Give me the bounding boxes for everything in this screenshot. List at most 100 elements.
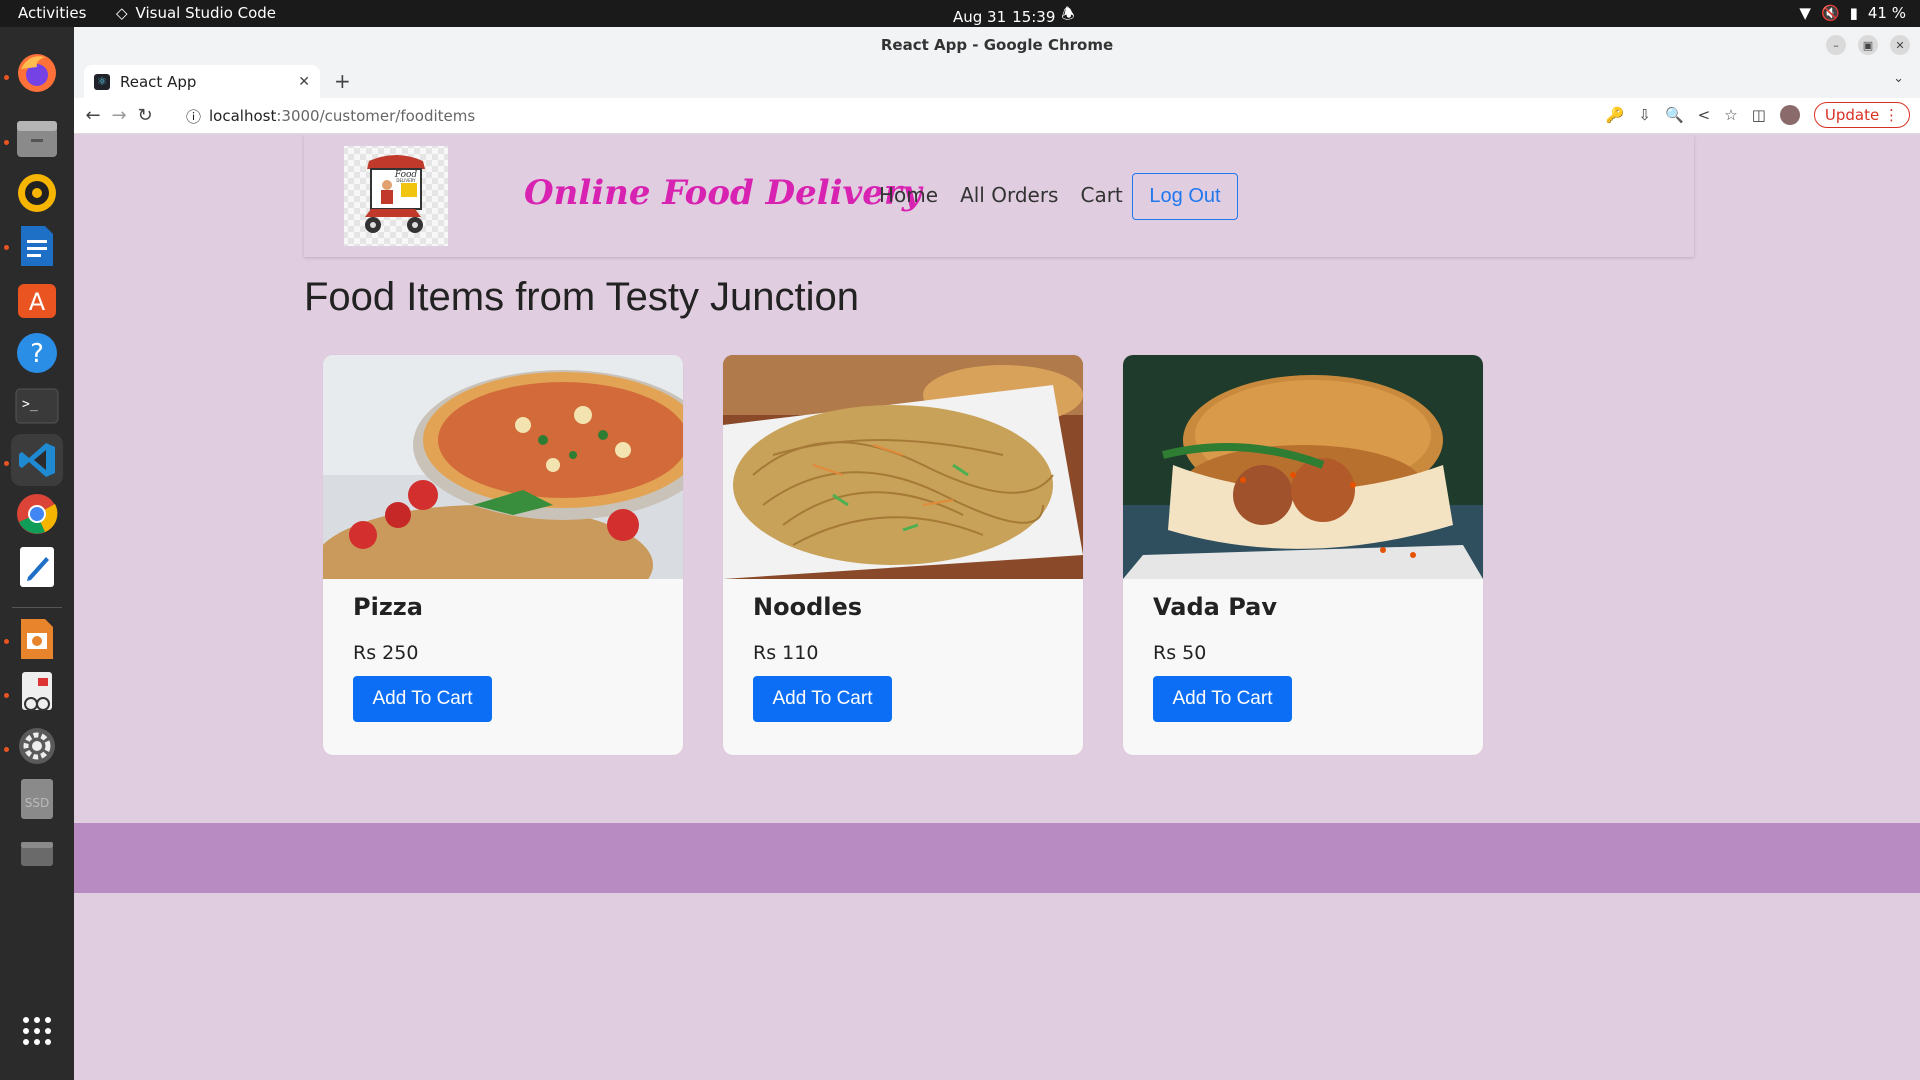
clock-time: 15:39: [1012, 7, 1056, 26]
address-bar[interactable]: ⓘ localhost:3000/customer/fooditems: [186, 102, 1586, 130]
system-tray[interactable]: ▼ 🔇 ▮ 41 %: [1799, 4, 1906, 22]
food-name: Noodles: [753, 593, 863, 621]
clock[interactable]: Aug 31 15:39 🕭: [953, 4, 1075, 29]
food-name: Pizza: [353, 593, 423, 621]
toolbar-actions: 🔑 ⇩ 🔍 < ☆ ◫ Update ⋮: [1606, 102, 1910, 128]
tab-close-icon[interactable]: ✕: [298, 74, 310, 90]
food-card-noodles: Noodles Rs 110 Add To Cart: [723, 355, 1083, 755]
nav-link-home[interactable]: Home: [879, 183, 938, 207]
chrome-icon[interactable]: [11, 488, 63, 540]
food-delivery-logo[interactable]: Food DELIVERY: [344, 146, 448, 246]
nav-links: Home All Orders Cart: [879, 183, 1123, 207]
maximize-icon[interactable]: ▣: [1858, 35, 1878, 55]
rhythmbox-icon[interactable]: [11, 167, 63, 219]
files-icon[interactable]: [11, 113, 63, 165]
site-footer: [74, 823, 1920, 893]
browser-toolbar: ← → ↻ ⓘ localhost:3000/customer/fooditem…: [74, 98, 1920, 134]
url-host: localhost: [209, 107, 277, 125]
window-controls: – ▣ ✕: [1826, 35, 1910, 55]
food-price: Rs 110: [753, 642, 819, 664]
wifi-icon: ▼: [1799, 4, 1811, 22]
volume-muted-icon: 🔇: [1820, 4, 1840, 22]
running-indicator: [4, 140, 9, 145]
bookmark-star-icon[interactable]: ☆: [1724, 106, 1737, 124]
chrome-window: React App - Google Chrome – ▣ ✕ ⚛ React …: [74, 27, 1920, 1080]
share-icon[interactable]: <: [1698, 106, 1711, 124]
update-button[interactable]: Update ⋮: [1813, 102, 1910, 128]
add-to-cart-button[interactable]: Add To Cart: [1153, 676, 1292, 722]
logo-text-delivery: DELIVERY: [396, 178, 416, 183]
document-viewer-icon[interactable]: [11, 666, 63, 718]
back-icon[interactable]: ←: [80, 105, 106, 126]
activities-button[interactable]: Activities: [18, 4, 86, 22]
dock: A ? >_ SSD: [0, 27, 74, 1080]
window-titlebar[interactable]: React App - Google Chrome – ▣ ✕: [74, 27, 1920, 63]
svg-text:>_: >_: [22, 397, 38, 412]
svg-text:SSD: SSD: [25, 796, 49, 810]
vscode-icon[interactable]: [11, 434, 63, 486]
url-path: :3000/customer/fooditems: [276, 107, 476, 125]
help-icon[interactable]: ?: [11, 327, 63, 379]
side-panel-icon[interactable]: ◫: [1752, 106, 1766, 124]
tab-strip: ⚛ React App ✕ + ⌄: [74, 63, 1920, 98]
running-indicator: [4, 75, 9, 80]
page-viewport: Food DELIVERY Online Food Delivery Home …: [74, 135, 1920, 1080]
site-navbar: Food DELIVERY Online Food Delivery Home …: [304, 135, 1694, 257]
running-indicator: [4, 693, 9, 698]
running-indicator: [4, 747, 9, 752]
firefox-icon[interactable]: [11, 47, 63, 99]
window-title: React App - Google Chrome: [880, 36, 1114, 54]
vscode-small-icon: ◇: [116, 4, 128, 22]
page-title: Food Items from Testy Junction: [304, 275, 860, 319]
trash-icon[interactable]: [11, 827, 63, 879]
food-price: Rs 250: [353, 642, 419, 664]
nav-link-cart[interactable]: Cart: [1080, 183, 1122, 207]
add-to-cart-button[interactable]: Add To Cart: [753, 676, 892, 722]
update-label: Update: [1824, 106, 1880, 124]
install-icon[interactable]: ⇩: [1638, 106, 1651, 124]
svg-text:?: ?: [30, 339, 44, 369]
add-to-cart-button[interactable]: Add To Cart: [353, 676, 492, 722]
nav-link-all-orders[interactable]: All Orders: [960, 183, 1058, 207]
tab-label: React App: [120, 72, 197, 91]
focused-app-label: Visual Studio Code: [135, 4, 277, 22]
battery-percent: 41 %: [1867, 4, 1906, 22]
key-icon[interactable]: 🔑: [1606, 106, 1625, 124]
food-card-vada-pav: Vada Pav Rs 50 Add To Cart: [1123, 355, 1483, 755]
profile-avatar[interactable]: [1779, 105, 1800, 125]
running-indicator: [4, 245, 9, 250]
food-price: Rs 50: [1153, 642, 1207, 664]
zoom-icon[interactable]: 🔍: [1665, 106, 1684, 124]
software-icon[interactable]: A: [11, 273, 63, 325]
svg-text:A: A: [29, 288, 46, 316]
system-top-bar: Activities ◇ Visual Studio Code Aug 31 1…: [0, 0, 1920, 27]
pizza-image: [323, 355, 683, 625]
focused-app-menu[interactable]: ◇ Visual Studio Code: [116, 4, 276, 22]
forward-icon[interactable]: →: [106, 105, 132, 126]
new-tab-icon[interactable]: +: [334, 69, 351, 93]
noodles-image: [723, 355, 1083, 579]
battery-icon: ▮: [1849, 4, 1858, 22]
react-favicon-icon: ⚛: [94, 73, 110, 90]
settings-icon[interactable]: [11, 720, 63, 772]
vada-pav-image: [1123, 355, 1483, 579]
bell-icon: 🕭: [1061, 5, 1075, 23]
dock-separator: [12, 607, 62, 608]
brand-title[interactable]: Online Food Delivery: [524, 173, 922, 213]
impress-icon[interactable]: [11, 613, 63, 665]
logout-button[interactable]: Log Out: [1132, 173, 1238, 220]
running-indicator: [4, 461, 9, 466]
writer-icon[interactable]: [11, 220, 63, 272]
text-editor-icon[interactable]: [11, 541, 63, 593]
minimize-icon[interactable]: –: [1826, 35, 1846, 55]
reload-icon[interactable]: ↻: [132, 105, 158, 126]
tab-react-app[interactable]: ⚛ React App ✕: [84, 65, 320, 98]
close-icon[interactable]: ✕: [1890, 35, 1910, 55]
running-indicator: [4, 639, 9, 644]
ssd-drive-icon[interactable]: SSD: [11, 773, 63, 825]
clock-date: Aug 31: [953, 7, 1007, 26]
app-grid-icon[interactable]: [11, 1005, 63, 1057]
terminal-icon[interactable]: >_: [11, 380, 63, 432]
site-info-icon[interactable]: ⓘ: [186, 106, 201, 127]
tab-search-chevron-icon[interactable]: ⌄: [1893, 71, 1904, 86]
